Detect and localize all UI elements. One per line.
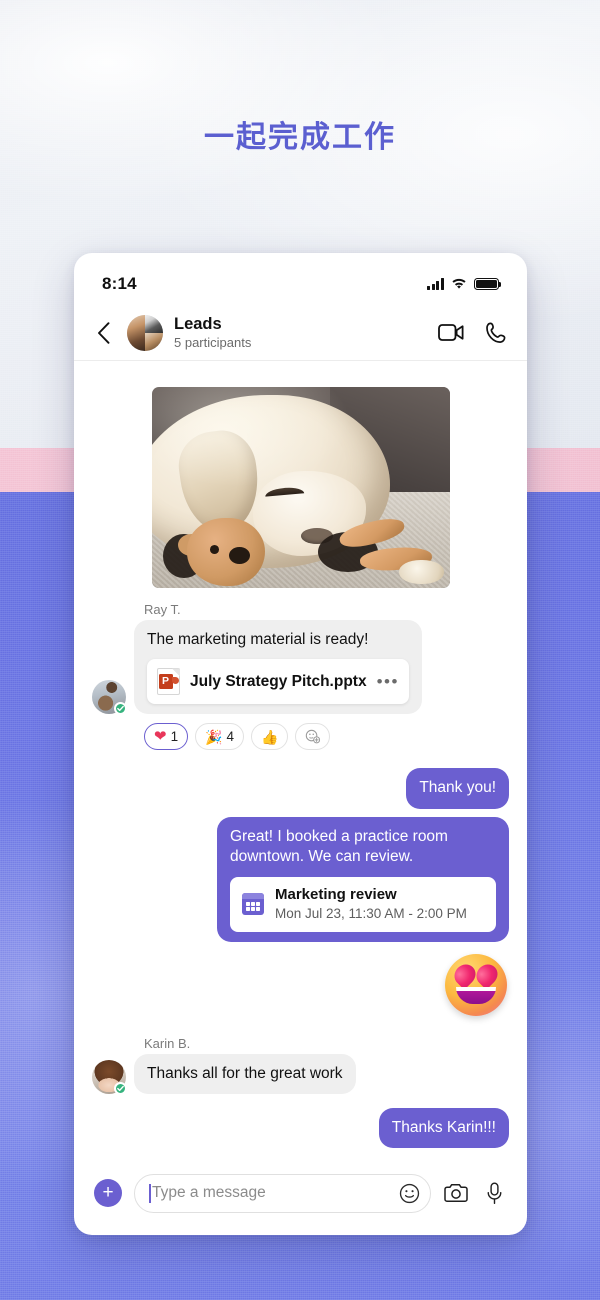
checkmark-icon bbox=[117, 1085, 124, 1092]
message-input-wrapper[interactable]: Type a message bbox=[134, 1173, 431, 1213]
add-attachment-button[interactable]: + bbox=[94, 1179, 122, 1207]
online-status-badge bbox=[114, 702, 127, 716]
reaction-count-celebrate: 4 bbox=[226, 729, 235, 745]
checkmark-icon bbox=[117, 706, 124, 712]
celebrate-reaction-icon: 🎉 bbox=[205, 728, 223, 745]
group-avatar-segment-1 bbox=[127, 314, 145, 351]
status-bar-time: 8:14 bbox=[102, 274, 137, 293]
sticker-message-row bbox=[92, 953, 507, 1016]
chat-header: Leads 5 participants bbox=[74, 305, 527, 361]
reaction-thumbs-up[interactable]: 👍 bbox=[251, 723, 289, 751]
message-row-thanks-karin: Thanks Karin!!! bbox=[92, 1108, 509, 1149]
chat-header-meta[interactable]: Leads 5 participants bbox=[174, 315, 427, 351]
calendar-event-time: Mon Jul 23, 11:30 AM - 2:00 PM bbox=[275, 906, 467, 922]
audio-call-button[interactable] bbox=[486, 322, 507, 344]
reactions-bar: ❤ 1 🎉 4 👍 bbox=[144, 723, 509, 751]
video-camera-icon bbox=[438, 324, 464, 341]
message-row-thank-you: Thank you! bbox=[92, 768, 509, 809]
message-bubble-karin[interactable]: Thanks all for the great work bbox=[134, 1053, 356, 1095]
thumbs-up-reaction-icon: 👍 bbox=[261, 728, 279, 745]
message-composer: + Type a message bbox=[74, 1163, 527, 1235]
messages-list[interactable]: Ray T. The marketing material is ready! … bbox=[74, 361, 527, 1163]
group-avatar-segment-2 bbox=[145, 314, 163, 333]
heart-eyes-emoji-sticker[interactable] bbox=[445, 953, 507, 1016]
avatar-karin[interactable] bbox=[92, 1060, 127, 1096]
message-bubble-ray[interactable]: The marketing material is ready! P July … bbox=[134, 620, 422, 715]
status-bar-icons bbox=[426, 277, 502, 291]
file-options-button[interactable]: ••• bbox=[377, 671, 399, 693]
sender-name-karin: Karin B. bbox=[144, 1035, 191, 1051]
smiley-face-icon bbox=[399, 1183, 419, 1203]
group-avatar-segment-3 bbox=[145, 332, 163, 351]
chat-header-actions bbox=[438, 322, 507, 344]
camera-icon bbox=[444, 1184, 468, 1202]
sticker-heart-eye-right bbox=[472, 960, 503, 991]
powerpoint-file-icon: P bbox=[157, 668, 180, 696]
message-bubble-thank-you[interactable]: Thank you! bbox=[406, 768, 509, 809]
photo-light-glow bbox=[151, 387, 450, 588]
status-bar: 8:14 bbox=[74, 253, 527, 305]
microphone-button[interactable] bbox=[481, 1180, 507, 1206]
wifi-icon bbox=[452, 278, 466, 289]
message-text-ray: The marketing material is ready! bbox=[147, 631, 369, 648]
group-avatar-right bbox=[145, 314, 163, 351]
sticker-mouth bbox=[456, 987, 496, 1005]
add-reaction-icon bbox=[306, 730, 321, 744]
microphone-icon bbox=[487, 1181, 501, 1204]
chat-participants-count: 5 participants bbox=[174, 334, 252, 350]
message-input-placeholder: Type a message bbox=[152, 1184, 266, 1201]
file-attachment-card[interactable]: P July Strategy Pitch.pptx ••• bbox=[147, 659, 409, 705]
message-row-practice-room: Great! I booked a practice room downtown… bbox=[92, 816, 509, 942]
shared-photo[interactable] bbox=[151, 387, 450, 588]
message-row-ray: The marketing material is ready! P July … bbox=[92, 620, 509, 716]
message-row-karin: Thanks all for the great work bbox=[92, 1053, 509, 1096]
photo-message-row bbox=[92, 387, 509, 588]
sender-name-ray: Ray T. bbox=[144, 602, 181, 617]
add-reaction-button[interactable] bbox=[295, 723, 331, 751]
avatar-ray[interactable] bbox=[92, 680, 127, 716]
message-bubble-thanks-karin[interactable]: Thanks Karin!!! bbox=[378, 1108, 509, 1149]
phone-mockup: 8:14 Leads 5 participants Ray T. The mar… bbox=[74, 253, 527, 1235]
file-name: July Strategy Pitch.pptx bbox=[190, 672, 367, 690]
camera-button[interactable] bbox=[443, 1180, 469, 1206]
emoji-picker-button[interactable] bbox=[396, 1180, 422, 1206]
phone-icon bbox=[486, 322, 506, 343]
calendar-event-texts: Marketing review Mon Jul 23, 11:30 AM - … bbox=[275, 886, 467, 923]
chevron-left-icon bbox=[97, 321, 109, 344]
message-bubble-practice-room[interactable]: Great! I booked a practice room downtown… bbox=[217, 816, 509, 942]
text-cursor bbox=[149, 1183, 151, 1203]
cellular-signal-icon bbox=[426, 278, 444, 290]
back-button[interactable] bbox=[90, 320, 116, 346]
message-text-practice-room: Great! I booked a practice room downtown… bbox=[230, 827, 448, 866]
calendar-event-title: Marketing review bbox=[275, 885, 397, 903]
page-headline: 一起完成工作 bbox=[204, 121, 396, 154]
reaction-celebrate[interactable]: 🎉 4 bbox=[195, 723, 245, 751]
reaction-count-heart: 1 bbox=[170, 729, 179, 745]
chat-title: Leads bbox=[174, 314, 222, 333]
calendar-icon bbox=[242, 893, 264, 916]
reaction-heart[interactable]: ❤ 1 bbox=[144, 723, 189, 751]
online-status-badge bbox=[114, 1082, 127, 1096]
heart-reaction-icon: ❤ bbox=[154, 728, 167, 746]
battery-icon bbox=[474, 277, 502, 291]
calendar-event-card[interactable]: Marketing review Mon Jul 23, 11:30 AM - … bbox=[230, 876, 496, 932]
group-avatar[interactable] bbox=[127, 314, 163, 351]
video-call-button[interactable] bbox=[438, 323, 464, 342]
